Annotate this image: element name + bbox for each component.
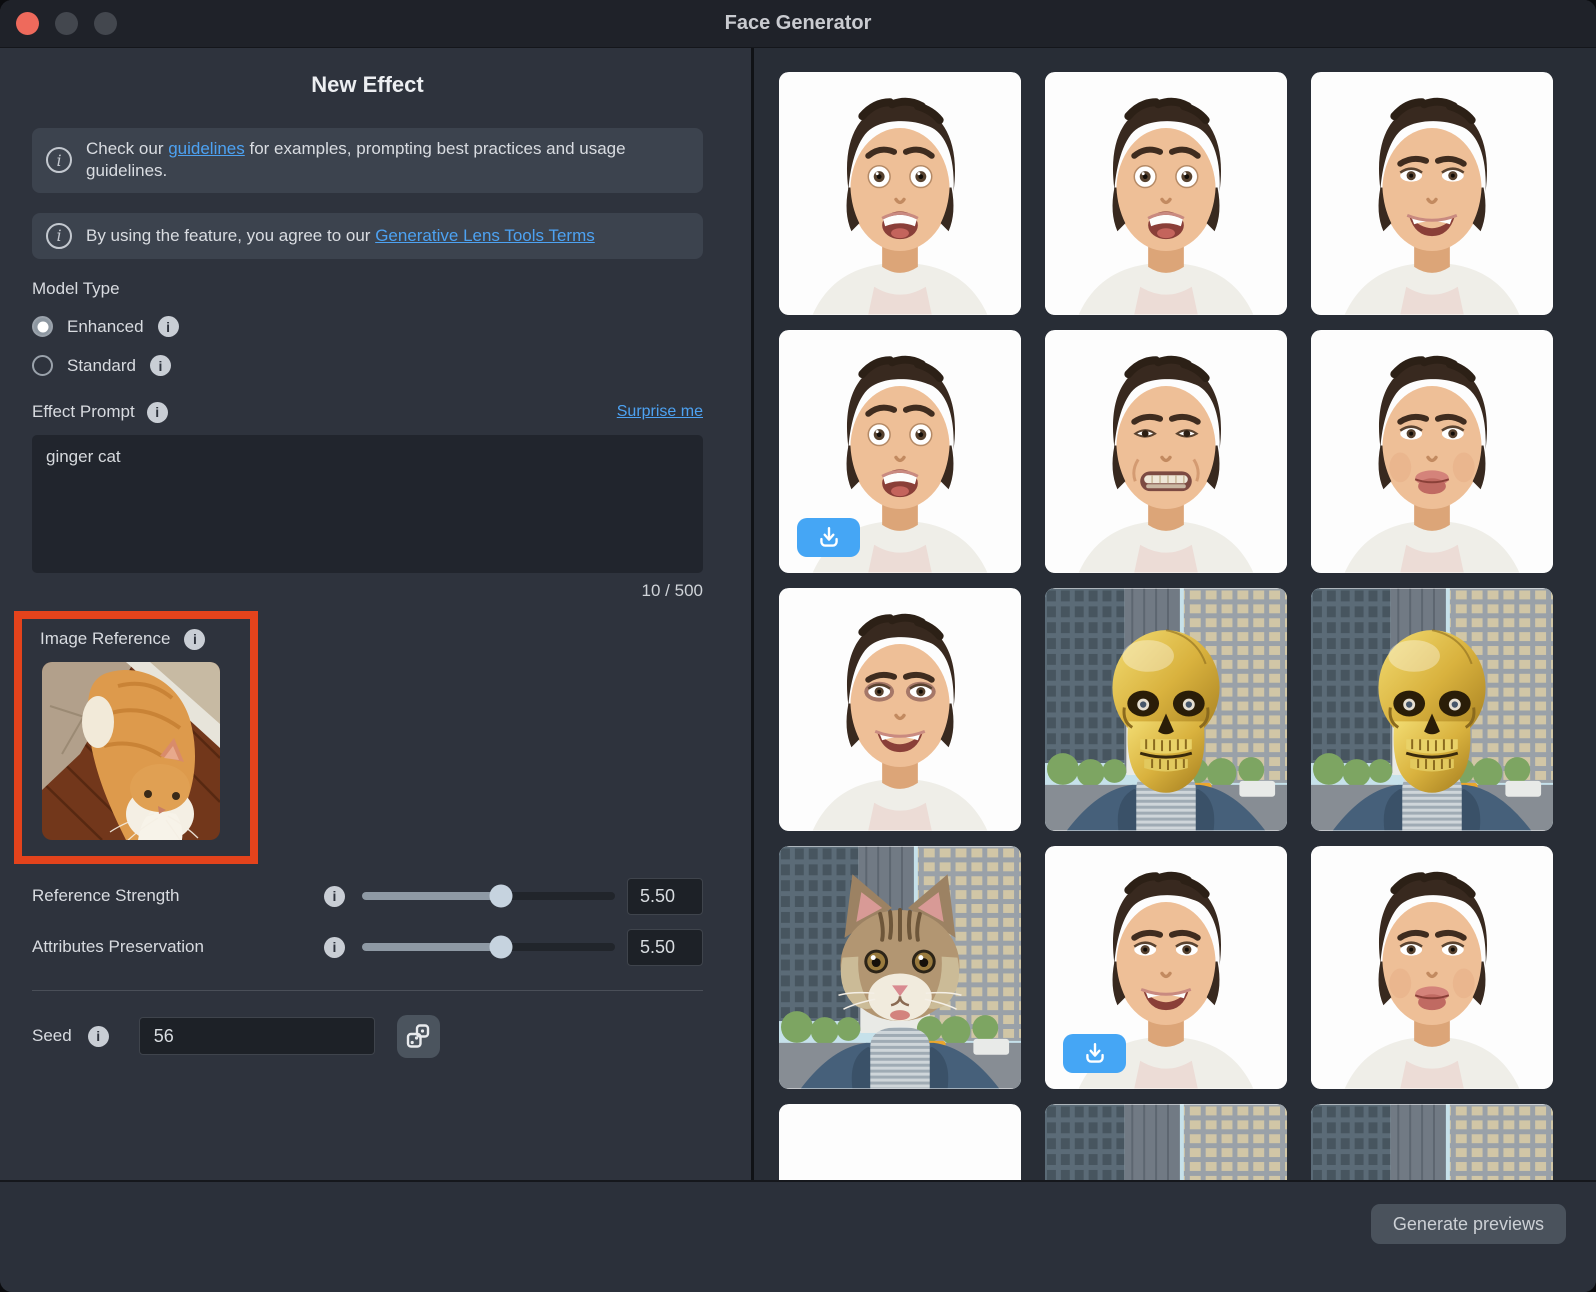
slider-fill [362, 943, 501, 951]
slider-track[interactable] [362, 943, 615, 951]
surprise-me-link[interactable]: Surprise me [617, 403, 703, 421]
radio-button[interactable] [32, 316, 53, 337]
slider-row: Attributes Preservation 5.50 [32, 929, 703, 966]
titlebar: Face Generator [0, 0, 1596, 48]
char-counter: 10 / 500 [32, 581, 703, 601]
new-effect-panel: New Effect Check our guidelines for exam… [0, 48, 754, 1180]
radio-button[interactable] [32, 355, 53, 376]
seed-label: Seed [32, 1026, 72, 1046]
preview-tile-face-surprised[interactable] [1045, 72, 1287, 315]
info-icon[interactable] [184, 629, 205, 650]
download-icon [1082, 1041, 1108, 1067]
preview-panel [754, 48, 1596, 1180]
notice-link[interactable]: guidelines [168, 139, 245, 158]
model-type-option-enhanced[interactable]: Enhanced [32, 313, 703, 341]
slider-track[interactable] [362, 892, 615, 900]
info-icon[interactable] [324, 886, 345, 907]
preview-tile-face-pucker[interactable] [1311, 330, 1553, 573]
radio-label: Enhanced [67, 317, 144, 337]
preview-tile-face-pucker[interactable] [1311, 846, 1553, 1089]
preview-tile-gold-skull[interactable] [1045, 588, 1287, 831]
download-button[interactable] [797, 518, 860, 557]
slider-fill [362, 892, 501, 900]
preview-tile-face-smile-makeup[interactable] [779, 588, 1021, 831]
slider-label: Attributes Preservation [32, 937, 312, 957]
info-icon[interactable] [324, 937, 345, 958]
preview-tile-cat-face[interactable] [779, 846, 1021, 1089]
preview-tile-hair-top[interactable] [779, 1104, 1021, 1180]
image-reference-label-row: Image Reference [40, 629, 238, 650]
preview-tile-cat-ears-top[interactable] [1311, 1104, 1553, 1180]
notice-box: By using the feature, you agree to our G… [32, 213, 703, 259]
panel-title: New Effect [32, 72, 703, 98]
reference-image-thumbnail[interactable] [42, 662, 220, 840]
seed-input[interactable]: 56 [139, 1017, 375, 1055]
preview-tile-face-grin[interactable] [1045, 330, 1287, 573]
effect-prompt-label: Effect Prompt [32, 402, 135, 422]
slider-label: Reference Strength [32, 886, 312, 906]
face-generator-window: Face Generator New Effect Check our guid… [0, 0, 1596, 1292]
model-type-option-standard[interactable]: Standard [32, 352, 703, 380]
info-icon[interactable] [158, 316, 179, 337]
effect-prompt-row: Effect Prompt Surprise me [32, 402, 703, 423]
window-title: Face Generator [0, 12, 1596, 35]
download-button[interactable] [1063, 1034, 1126, 1073]
preview-tile-green-egg-top[interactable] [1045, 1104, 1287, 1180]
notice-text: By using the feature, you agree to our G… [86, 225, 595, 247]
download-icon [816, 525, 842, 551]
radio-label: Standard [67, 356, 136, 376]
dice-icon [405, 1023, 431, 1049]
seed-row: Seed 56 [32, 1015, 703, 1058]
model-type-label: Model Type [32, 279, 703, 299]
section-divider [32, 990, 703, 991]
info-icon [46, 223, 72, 249]
slider-handle[interactable] [490, 885, 513, 908]
sliders: Reference Strength5.50Attributes Preserv… [32, 878, 703, 966]
randomize-seed-button[interactable] [397, 1015, 440, 1058]
info-icon [46, 147, 72, 173]
footer-bar: Generate previews [0, 1180, 1596, 1292]
preview-tile-gold-skull[interactable] [1311, 588, 1553, 831]
notice-link[interactable]: Generative Lens Tools Terms [375, 226, 595, 245]
slider-value-input[interactable]: 5.50 [627, 878, 703, 915]
info-icon[interactable] [88, 1026, 109, 1047]
info-icon[interactable] [147, 402, 168, 423]
preview-tile-face-smile-open[interactable] [1045, 846, 1287, 1089]
ginger-cat-photo [42, 662, 220, 840]
preview-tile-face-smile-open[interactable] [1311, 72, 1553, 315]
notices: Check our guidelines for examples, promp… [32, 128, 703, 259]
model-type-options: Enhanced Standard [32, 313, 703, 380]
main-area: New Effect Check our guidelines for exam… [0, 48, 1596, 1180]
notice-text: Check our guidelines for examples, promp… [86, 138, 689, 183]
generate-previews-button[interactable]: Generate previews [1371, 1204, 1566, 1244]
slider-value-input[interactable]: 5.50 [627, 929, 703, 966]
image-reference-label: Image Reference [40, 629, 170, 649]
preview-grid [779, 72, 1558, 1180]
slider-row: Reference Strength 5.50 [32, 878, 703, 915]
preview-tile-face-surprised[interactable] [779, 330, 1021, 573]
image-reference-section: Image Reference [14, 611, 258, 864]
preview-tile-face-surprised[interactable] [779, 72, 1021, 315]
effect-prompt-input[interactable]: ginger cat [32, 435, 703, 573]
slider-handle[interactable] [490, 936, 513, 959]
notice-box: Check our guidelines for examples, promp… [32, 128, 703, 193]
info-icon[interactable] [150, 355, 171, 376]
